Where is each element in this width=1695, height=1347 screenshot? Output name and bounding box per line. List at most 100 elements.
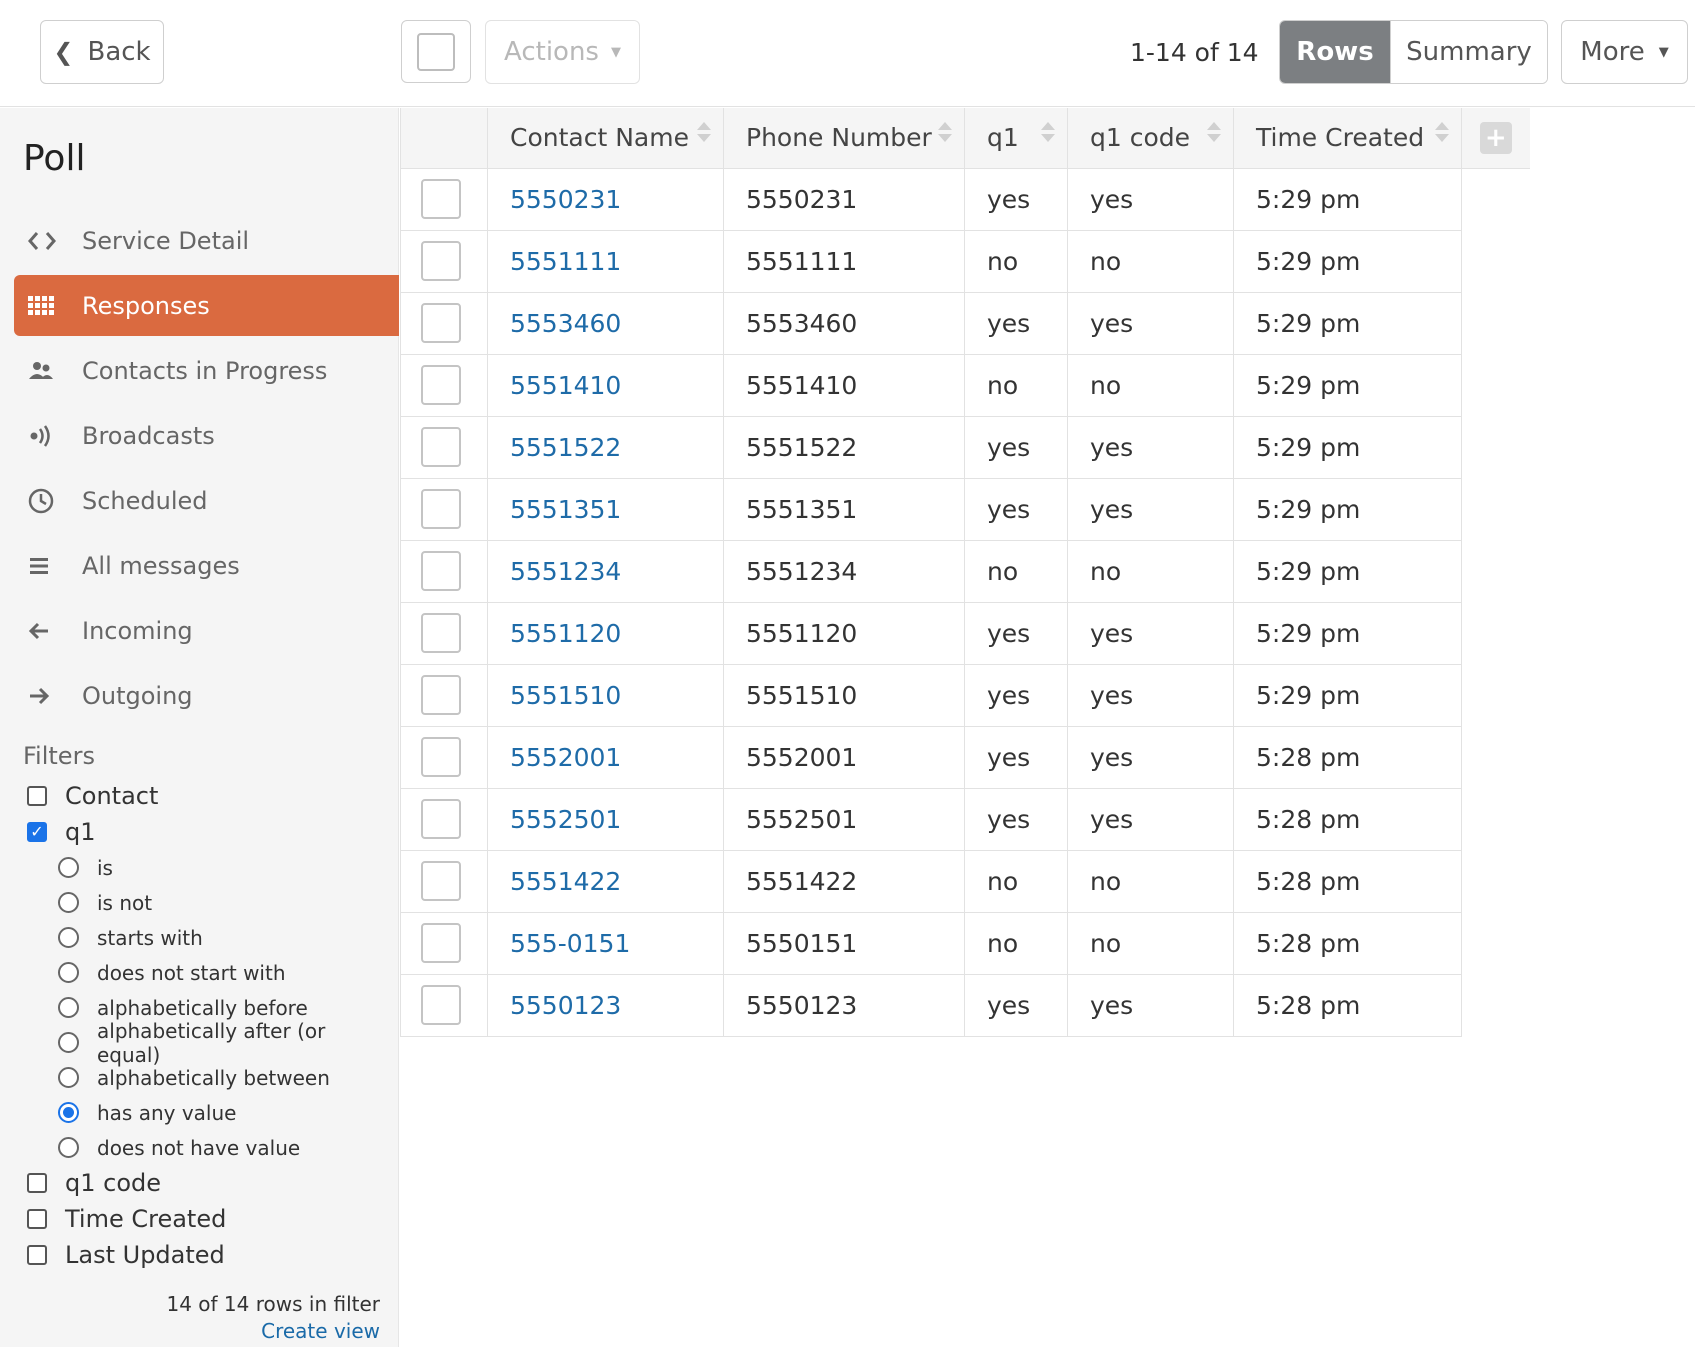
contact-link[interactable]: 5551234 [510, 557, 621, 586]
table-row[interactable]: 5552501 5552501 yes yes 5:28 pm [400, 788, 1530, 851]
column-header-q1[interactable]: q1 [964, 108, 1068, 169]
table-row[interactable]: 5551111 5551111 no no 5:29 pm [400, 230, 1530, 293]
table-row[interactable]: 5551351 5551351 yes yes 5:29 pm [400, 478, 1530, 541]
summary-view-button[interactable]: Summary [1390, 21, 1547, 83]
q1-code-cell: yes [1067, 974, 1234, 1037]
contact-link[interactable]: 5550123 [510, 991, 621, 1020]
row-checkbox[interactable] [421, 303, 461, 343]
filter-last-updated-checkbox[interactable] [27, 1245, 47, 1265]
sidebar-item-contacts-in-progress[interactable]: Contacts in Progress [14, 340, 399, 401]
row-checkbox[interactable] [421, 985, 461, 1025]
column-header-contact-name[interactable]: Contact Name [487, 108, 724, 169]
back-button[interactable]: ❮ Back [40, 20, 164, 84]
sidebar-item-outgoing[interactable]: Outgoing [14, 665, 399, 726]
contact-link[interactable]: 555-0151 [510, 929, 630, 958]
table-row[interactable]: 5551422 5551422 no no 5:28 pm [400, 850, 1530, 913]
sidebar-item-responses[interactable]: Responses [14, 275, 399, 336]
filter-q1-option-has-any-value[interactable]: has any value [27, 1095, 387, 1130]
filter-q1-option-starts-with[interactable]: starts with [27, 920, 387, 955]
row-select-cell [400, 230, 488, 293]
sort-icon[interactable] [697, 122, 711, 142]
filter-contact-checkbox[interactable] [27, 786, 47, 806]
rows-view-button[interactable]: Rows [1280, 21, 1390, 83]
row-checkbox[interactable] [421, 923, 461, 963]
table-row[interactable]: 5550123 5550123 yes yes 5:28 pm [400, 974, 1530, 1037]
filter-q1-option-alphabetically-after[interactable]: alphabetically after (or equal) [27, 1019, 387, 1067]
row-checkbox[interactable] [421, 179, 461, 219]
select-all-checkbox[interactable] [401, 20, 471, 83]
time-created-cell: 5:28 pm [1233, 912, 1462, 975]
column-header-phone-number[interactable]: Phone Number [723, 108, 965, 169]
filter-time-created[interactable]: Time Created [27, 1201, 387, 1237]
row-checkbox[interactable] [421, 737, 461, 777]
contact-link[interactable]: 5550231 [510, 185, 621, 214]
table-row[interactable]: 5551522 5551522 yes yes 5:29 pm [400, 416, 1530, 479]
radio-button[interactable] [58, 1032, 79, 1053]
filter-q1-checkbox[interactable]: ✓ [27, 822, 47, 842]
sort-icon[interactable] [1041, 122, 1055, 142]
sidebar-item-scheduled[interactable]: Scheduled [14, 470, 399, 531]
radio-button[interactable] [58, 857, 79, 878]
radio-button[interactable] [58, 892, 79, 913]
table-row[interactable]: 555-0151 5550151 no no 5:28 pm [400, 912, 1530, 975]
filter-q1[interactable]: ✓ q1 [27, 814, 387, 850]
table-row[interactable]: 5551410 5551410 no no 5:29 pm [400, 354, 1530, 417]
radio-button[interactable] [58, 1137, 79, 1158]
sidebar-item-service-detail[interactable]: Service Detail [14, 210, 399, 271]
table-row[interactable]: 5552001 5552001 yes yes 5:28 pm [400, 726, 1530, 789]
row-checkbox[interactable] [421, 365, 461, 405]
radio-button-selected[interactable] [58, 1102, 79, 1123]
time-created-cell: 5:29 pm [1233, 540, 1462, 603]
add-column-plus-icon[interactable]: + [1479, 121, 1512, 154]
contact-link[interactable]: 5552001 [510, 743, 621, 772]
table-row[interactable]: 5551120 5551120 yes yes 5:29 pm [400, 602, 1530, 665]
actions-dropdown[interactable]: Actions ▼ [485, 20, 640, 84]
filter-time-created-checkbox[interactable] [27, 1209, 47, 1229]
sidebar-item-broadcasts[interactable]: Broadcasts [14, 405, 399, 466]
contact-link[interactable]: 5553460 [510, 309, 621, 338]
radio-button[interactable] [58, 962, 79, 983]
column-header-q1-code[interactable]: q1 code [1067, 108, 1234, 169]
radio-button[interactable] [58, 1067, 79, 1088]
row-checkbox[interactable] [421, 551, 461, 591]
contact-link[interactable]: 5551510 [510, 681, 621, 710]
contact-link[interactable]: 5551522 [510, 433, 621, 462]
more-dropdown[interactable]: More ▼ [1561, 20, 1688, 84]
radio-button[interactable] [58, 997, 79, 1018]
column-header-time-created[interactable]: Time Created [1233, 108, 1462, 169]
table-row[interactable]: 5551234 5551234 no no 5:29 pm [400, 540, 1530, 603]
row-checkbox[interactable] [421, 799, 461, 839]
create-view-link[interactable]: Create view [261, 1319, 380, 1343]
responses-table: Contact Name Phone Number q1 q1 code Tim… [400, 108, 1530, 1037]
sort-icon[interactable] [938, 122, 952, 142]
filter-q1-code-checkbox[interactable] [27, 1173, 47, 1193]
time-created-cell: 5:29 pm [1233, 664, 1462, 727]
contact-link[interactable]: 5551120 [510, 619, 621, 648]
filter-contact[interactable]: Contact [27, 778, 387, 814]
sidebar-item-all-messages[interactable]: All messages [14, 535, 399, 596]
radio-button[interactable] [58, 927, 79, 948]
filter-q1-option-does-not-have-value[interactable]: does not have value [27, 1130, 387, 1165]
row-checkbox[interactable] [421, 861, 461, 901]
filter-q1-option-does-not-start-with[interactable]: does not start with [27, 955, 387, 990]
sort-icon[interactable] [1207, 122, 1221, 142]
contact-link[interactable]: 5551111 [510, 247, 621, 276]
row-checkbox[interactable] [421, 613, 461, 653]
filter-q1-option-is[interactable]: is [27, 850, 387, 885]
row-checkbox[interactable] [421, 241, 461, 281]
row-checkbox[interactable] [421, 427, 461, 467]
contact-link[interactable]: 5551422 [510, 867, 621, 896]
table-row[interactable]: 5550231 5550231 yes yes 5:29 pm [400, 168, 1530, 231]
contact-link[interactable]: 5551351 [510, 495, 621, 524]
sort-icon[interactable] [1435, 122, 1449, 142]
row-checkbox[interactable] [421, 675, 461, 715]
filter-q1-option-is-not[interactable]: is not [27, 885, 387, 920]
table-row[interactable]: 5551510 5551510 yes yes 5:29 pm [400, 664, 1530, 727]
contact-link[interactable]: 5552501 [510, 805, 621, 834]
contact-link[interactable]: 5551410 [510, 371, 621, 400]
table-row[interactable]: 5553460 5553460 yes yes 5:29 pm [400, 292, 1530, 355]
sidebar-item-incoming[interactable]: Incoming [14, 600, 399, 661]
filter-q1-code[interactable]: q1 code [27, 1165, 387, 1201]
row-checkbox[interactable] [421, 489, 461, 529]
filter-last-updated[interactable]: Last Updated [27, 1237, 387, 1273]
